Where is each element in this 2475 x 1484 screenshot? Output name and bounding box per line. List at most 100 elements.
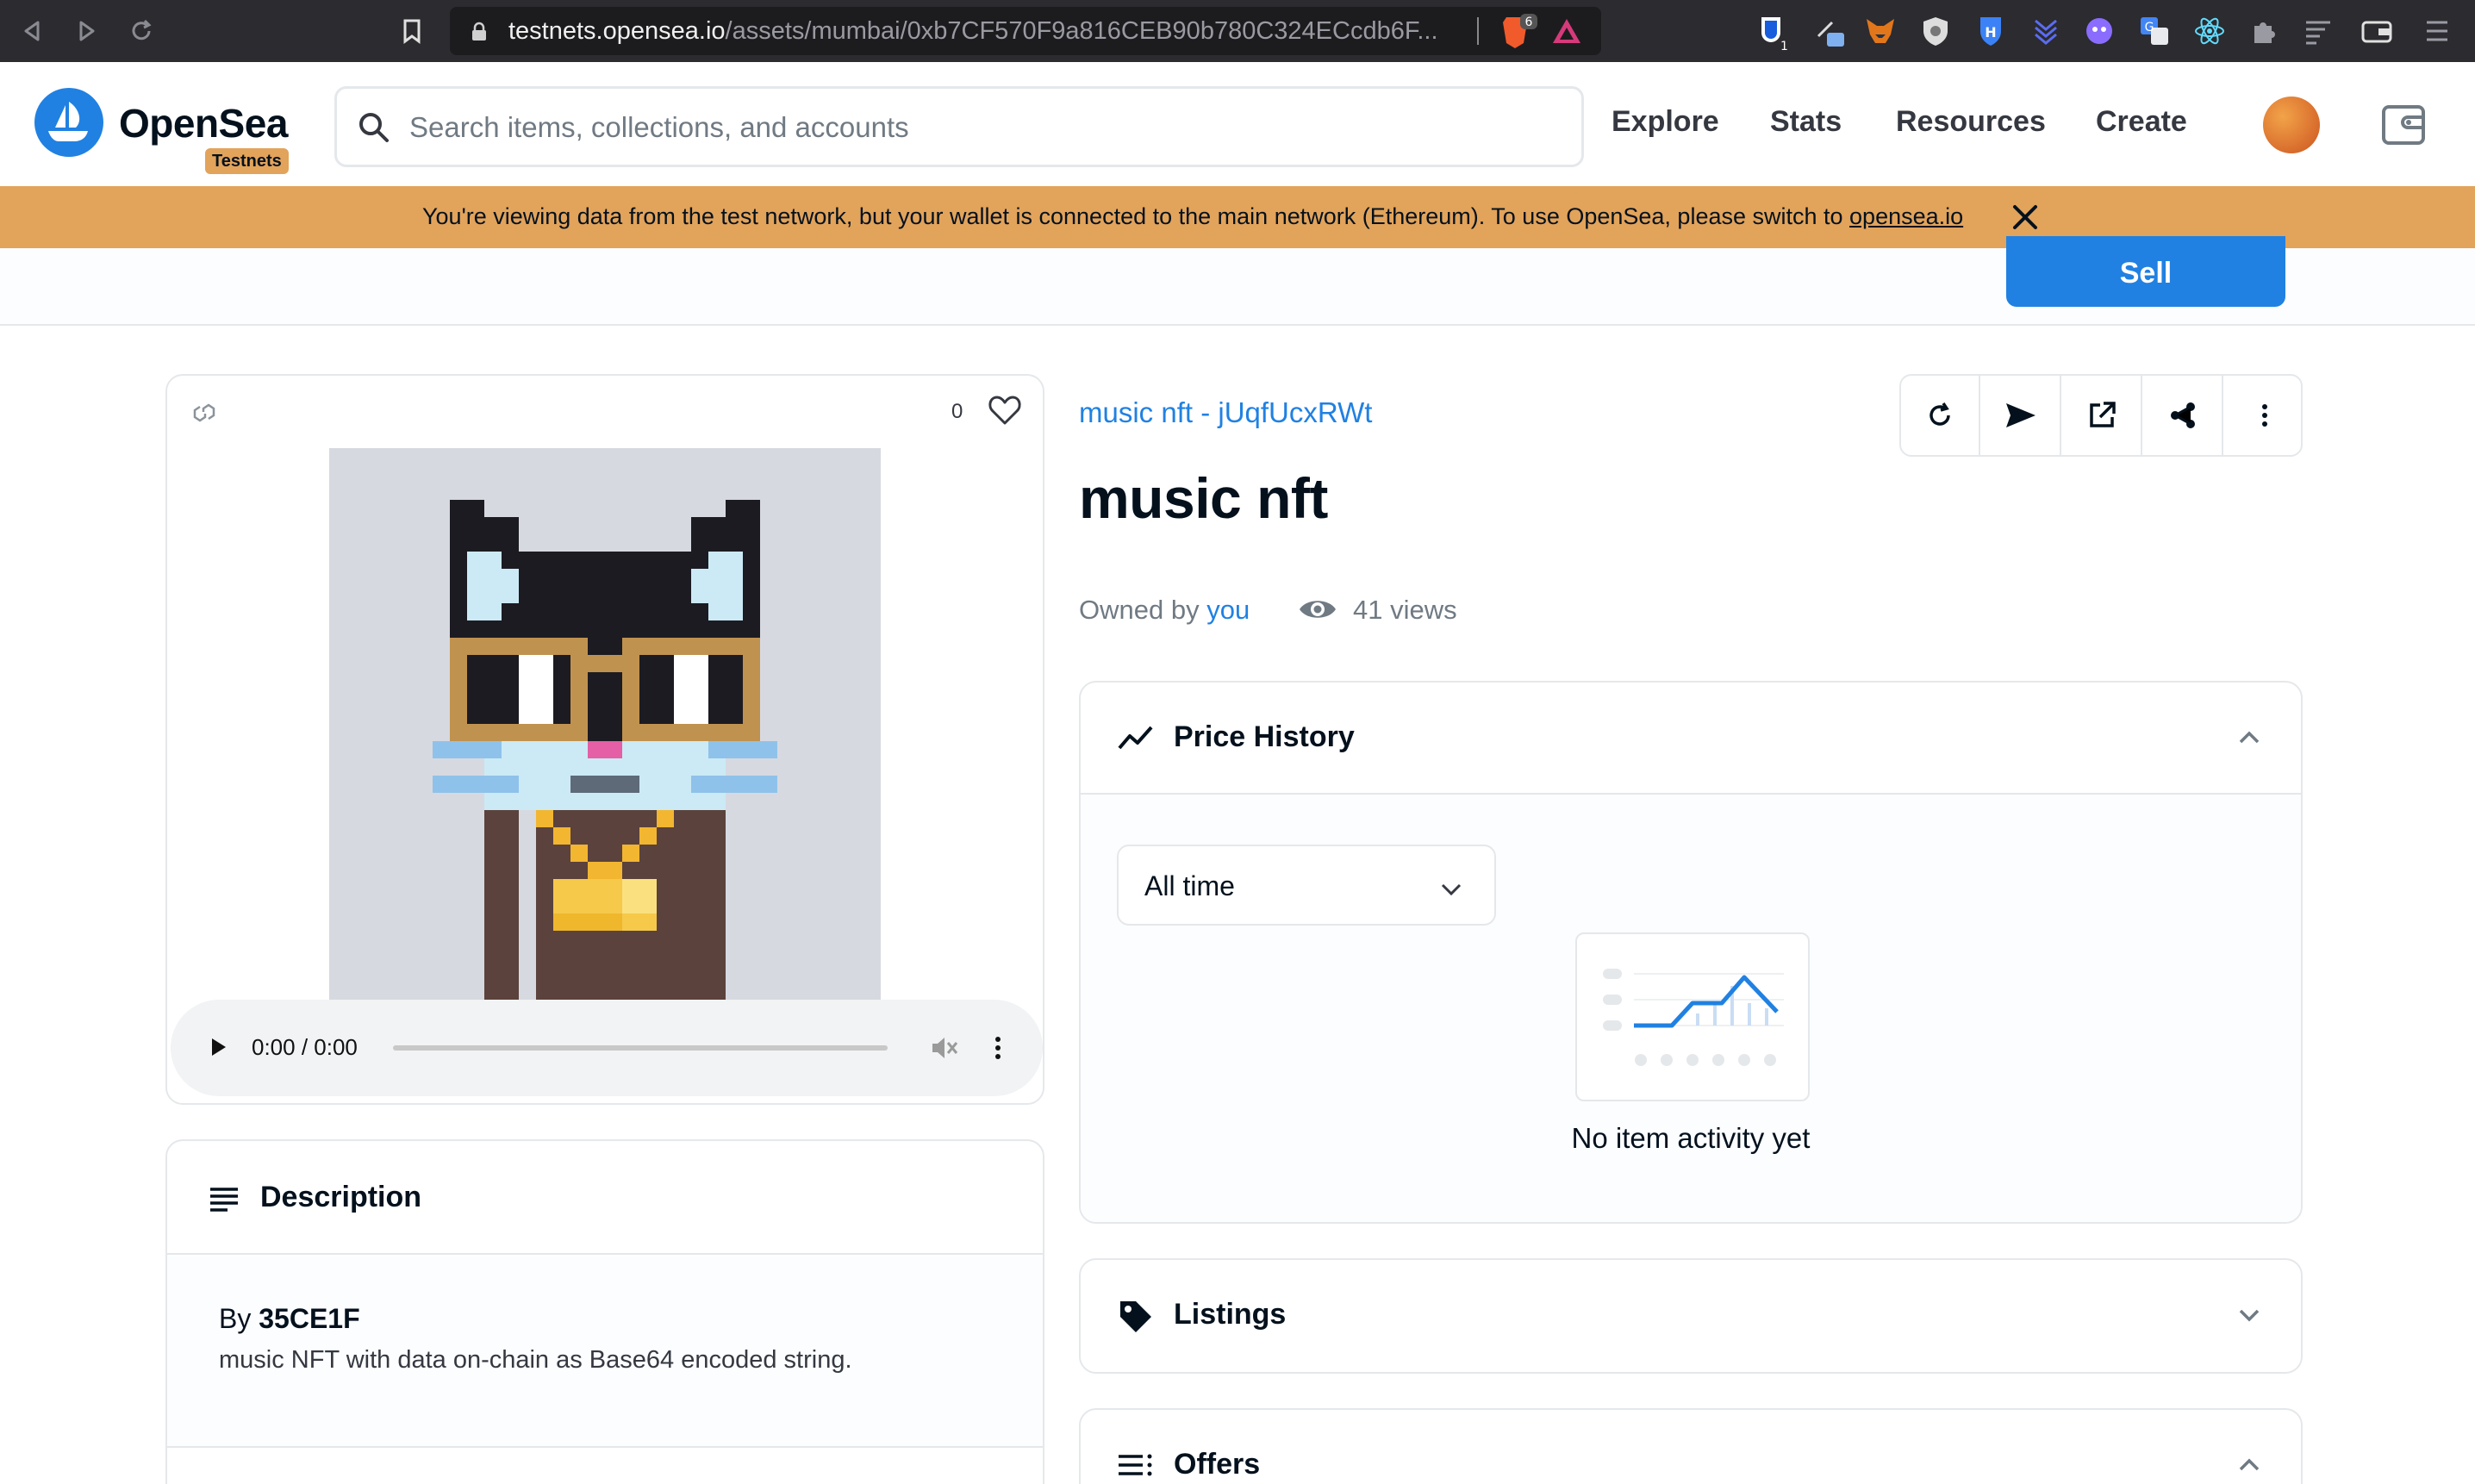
owner-link[interactable]: you [1206, 595, 1250, 625]
color-picker-icon[interactable] [1813, 14, 1848, 48]
owned-by-label: Owned by [1079, 595, 1200, 625]
close-icon[interactable] [2010, 202, 2041, 237]
banner-message: You're viewing data from the test networ… [422, 203, 1963, 230]
tag-icon [1117, 1298, 1155, 1340]
banner-text: You're viewing data from the test networ… [422, 203, 1850, 229]
transfer-button[interactable] [1982, 376, 2061, 455]
next-section-header[interactable] [167, 1450, 1043, 1484]
audio-progress-bar[interactable] [393, 1045, 888, 1051]
time-range-select[interactable]: All time [1117, 845, 1496, 926]
heart-icon[interactable] [988, 395, 1022, 430]
sell-label: Sell [2119, 257, 2173, 290]
nav-resources[interactable]: Resources [1896, 105, 2046, 139]
media-card: 0 0:00 / 0:00 [165, 374, 1044, 1105]
nft-pixel-cat-image[interactable] [329, 448, 881, 1000]
description-text: music NFT with data on-chain as Base64 e… [219, 1346, 852, 1374]
empty-chart-illustration [1575, 932, 1810, 1101]
nav-explore[interactable]: Explore [1612, 105, 1719, 139]
url-host: testnets.opensea.io [508, 17, 726, 45]
trending-icon [1117, 720, 1156, 759]
polygon-chain-icon[interactable] [190, 398, 219, 432]
play-icon[interactable] [205, 1034, 231, 1064]
eye-icon [1298, 595, 1337, 628]
nav-create[interactable]: Create [2096, 105, 2187, 139]
translate-icon[interactable]: G [2137, 14, 2172, 48]
chevrons-icon[interactable] [2029, 14, 2063, 48]
url-separator [1477, 17, 1479, 45]
owner-info: Owned by you [1079, 595, 1250, 626]
chevron-down-icon[interactable] [2235, 1301, 2263, 1333]
url-text: testnets.opensea.io/assets/mumbai/0xb7CF… [508, 17, 1438, 46]
item-action-bar [1899, 374, 2303, 457]
opensea-logo-icon[interactable] [34, 88, 103, 157]
brave-badge: 6 [1525, 16, 1533, 29]
sell-button[interactable]: Sell [2006, 236, 2285, 307]
more-vertical-icon [2262, 404, 2267, 427]
shield-icon[interactable] [1918, 14, 1953, 48]
empty-activity-text: No item activity yet [1571, 1122, 1811, 1154]
reading-list-icon[interactable] [2301, 14, 2335, 48]
list-icon [1117, 1453, 1155, 1484]
description-icon [209, 1186, 240, 1218]
share-button[interactable] [2144, 376, 2223, 455]
brave-rewards-icon[interactable] [1549, 14, 1584, 48]
bookmark-icon[interactable] [396, 16, 427, 47]
wallet-icon[interactable] [2380, 102, 2427, 153]
bitwarden-icon[interactable]: 1 [1755, 14, 1789, 53]
price-history-title: Price History [1174, 720, 1355, 753]
chevron-up-icon[interactable] [2235, 1451, 2263, 1483]
avatar[interactable] [2263, 97, 2320, 153]
more-options-button[interactable] [2225, 376, 2301, 455]
wallet-browser-icon[interactable] [2360, 14, 2394, 48]
svg-text:H: H [1985, 24, 1996, 41]
url-path: /assets/mumbai/0xb7CF570F9a816CEB90b780C… [725, 17, 1438, 45]
ext-badge: 1 [1780, 40, 1788, 52]
view-count: 41 views [1353, 595, 1457, 625]
listings-title: Listings [1174, 1298, 1287, 1331]
menu-icon[interactable] [2420, 14, 2454, 48]
mute-icon[interactable] [929, 1032, 960, 1068]
logo-text[interactable]: OpenSea [119, 100, 288, 147]
time-range-value: All time [1144, 870, 1235, 901]
description-header[interactable]: Description [167, 1141, 1043, 1255]
nav-stats[interactable]: Stats [1770, 105, 1842, 139]
price-history-header[interactable]: Price History [1081, 683, 2301, 793]
forward-icon[interactable] [71, 16, 102, 47]
search-input[interactable] [409, 104, 1547, 151]
audio-more-icon[interactable] [989, 1032, 1007, 1068]
share-icon [2171, 402, 2195, 428]
back-icon[interactable] [17, 16, 48, 47]
bitwarden-shield-icon[interactable]: H [1973, 14, 2008, 48]
listings-panel: Listings [1079, 1258, 2303, 1374]
description-card: Description By 35CE1F music NFT with dat… [165, 1139, 1044, 1484]
refresh-metadata-button[interactable] [1901, 376, 1980, 455]
by-prefix: By [219, 1303, 252, 1334]
chevron-down-icon [1437, 876, 1465, 907]
puzzle-icon[interactable] [2247, 14, 2282, 48]
view-website-button[interactable] [2063, 376, 2142, 455]
price-history-panel: Price History All time No item activity … [1079, 681, 2303, 1224]
search-icon [356, 109, 392, 150]
brave-shield-icon[interactable]: 6 [1498, 10, 1539, 52]
collection-link[interactable]: music nft - jUqfUcxRWt [1079, 396, 1372, 429]
offers-title: Offers [1174, 1448, 1261, 1481]
price-history-body: All time No item activity yet [1081, 793, 2301, 1222]
favorite-count: 0 [951, 400, 963, 423]
creator-line: By 35CE1F [219, 1303, 360, 1335]
offers-panel: Offers [1079, 1408, 2303, 1484]
listings-header[interactable]: Listings [1081, 1260, 2301, 1370]
address-bar[interactable]: testnets.opensea.io/assets/mumbai/0xb7CF… [450, 7, 1601, 55]
reload-icon[interactable] [126, 16, 157, 47]
search-bar[interactable] [334, 86, 1584, 167]
ghost-icon[interactable] [2082, 14, 2117, 48]
creator-name[interactable]: 35CE1F [259, 1303, 359, 1334]
react-icon[interactable] [2192, 14, 2227, 48]
refresh-icon [1930, 402, 1950, 426]
send-icon [2006, 403, 2035, 427]
audio-player: 0:00 / 0:00 [171, 1000, 1043, 1096]
offers-header[interactable]: Offers [1081, 1410, 2301, 1484]
svg-text:G: G [2145, 21, 2154, 34]
banner-link[interactable]: opensea.io [1849, 203, 1963, 229]
chevron-up-icon[interactable] [2235, 724, 2263, 756]
metamask-icon[interactable] [1863, 14, 1898, 48]
